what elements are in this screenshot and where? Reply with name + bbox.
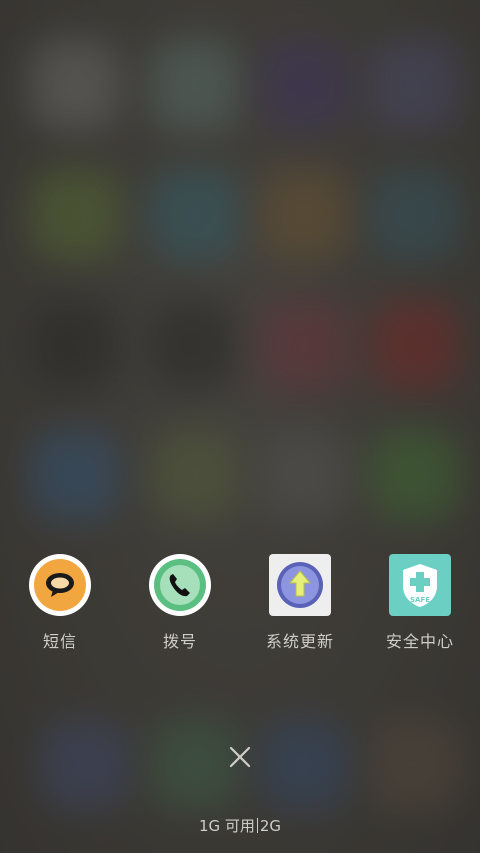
close-icon — [229, 746, 251, 768]
recent-app-dialer[interactable]: 拨号 — [120, 554, 240, 652]
recent-app-system-update[interactable]: 系统更新 — [240, 554, 360, 652]
phone-handset-icon — [149, 554, 211, 616]
upgrade-arrow-icon — [269, 554, 331, 616]
svg-text:SAFE: SAFE — [410, 596, 430, 604]
close-all-button[interactable] — [225, 742, 255, 772]
app-label: 系统更新 — [265, 632, 334, 651]
app-label: 拨号 — [162, 632, 197, 651]
recent-apps-row: 短信 拨号 系统更新 SAFE 安全中心 — [0, 554, 480, 664]
safe-shield-icon: SAFE — [389, 554, 451, 616]
recent-app-security-center[interactable]: SAFE 安全中心 — [360, 554, 480, 652]
recent-app-sms[interactable]: 短信 — [0, 554, 120, 652]
blurred-home-screen-background — [0, 0, 480, 853]
app-label: 短信 — [42, 632, 77, 651]
memory-total: 2G — [259, 817, 282, 835]
divider — [256, 818, 258, 833]
memory-status: 1G 可用 2G — [0, 815, 480, 836]
message-bubble-icon — [29, 554, 91, 616]
memory-available: 1G 可用 — [198, 817, 255, 835]
app-label: 安全中心 — [385, 632, 454, 651]
dim-overlay — [0, 0, 480, 853]
